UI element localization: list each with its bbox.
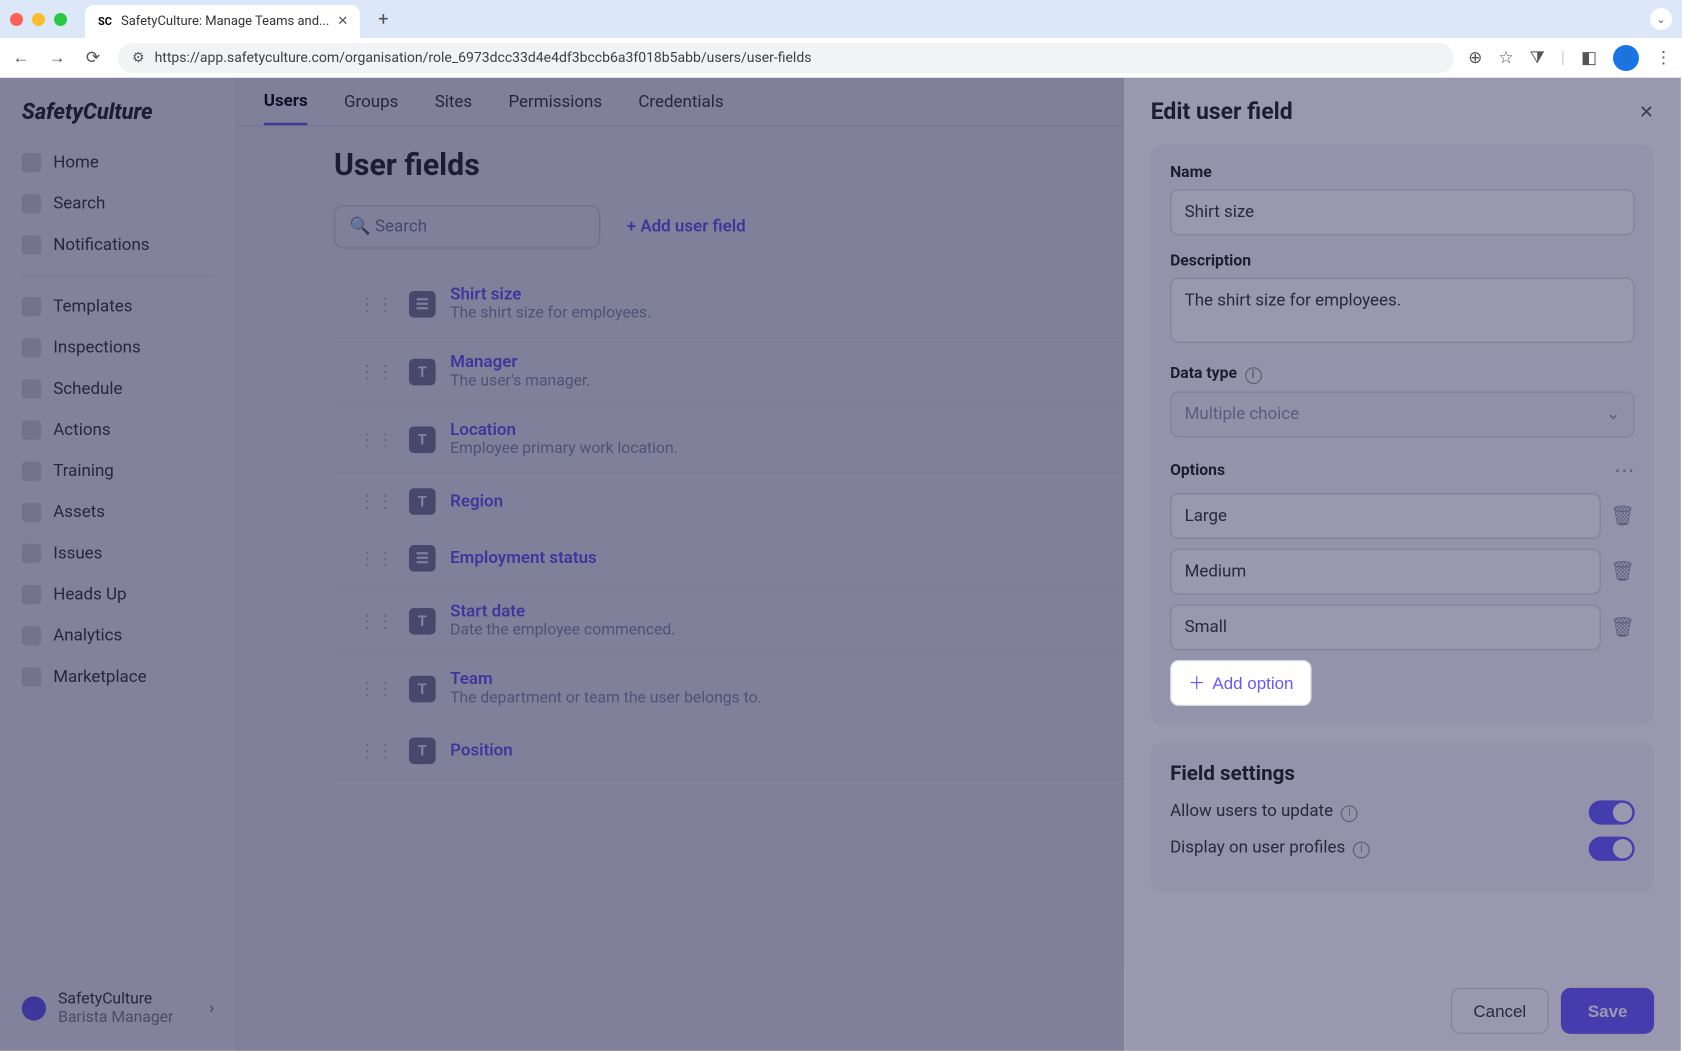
setting-label: Allow users to update — [1170, 802, 1333, 821]
tab-title: SafetyCulture: Manage Teams and... — [121, 14, 329, 29]
zoom-icon[interactable]: ⊕ — [1468, 48, 1482, 68]
bookmark-icon[interactable]: ☆ — [1498, 48, 1513, 68]
option-input[interactable] — [1170, 492, 1600, 538]
window-close-icon[interactable] — [10, 13, 23, 26]
chevron-down-icon: ⌄ — [1606, 404, 1620, 423]
field-settings-card: Field settings Allow users to update i D… — [1151, 742, 1654, 892]
new-tab-button[interactable]: + — [378, 9, 388, 30]
edit-user-field-panel: Edit user field ✕ Name Description The s… — [1124, 78, 1681, 1051]
app-root: SafetyCulture Home Search Notifications … — [0, 78, 1681, 1051]
forward-button[interactable]: → — [46, 48, 68, 68]
option-input[interactable] — [1170, 604, 1600, 650]
divider: | — [1561, 48, 1565, 68]
allow-users-update-toggle[interactable] — [1589, 800, 1635, 824]
options-more-icon[interactable]: ⋯ — [1614, 459, 1635, 483]
tab-overflow-button[interactable]: ⌄ — [1650, 8, 1672, 30]
back-button[interactable]: ← — [10, 48, 32, 68]
description-label: Description — [1170, 252, 1635, 270]
window-maximize-icon[interactable] — [54, 13, 67, 26]
info-icon[interactable]: i — [1353, 841, 1370, 858]
option-row: 🗑 — [1170, 492, 1635, 538]
data-type-select[interactable]: Multiple choice ⌄ — [1170, 391, 1635, 437]
field-settings-title: Field settings — [1170, 761, 1635, 785]
sidepanel-icon[interactable]: ◧ — [1581, 48, 1597, 68]
browser-tab-bar: SC SafetyCulture: Manage Teams and... ✕ … — [0, 0, 1682, 38]
description-input[interactable]: The shirt size for employees. — [1170, 278, 1635, 343]
option-row: 🗑 — [1170, 604, 1635, 650]
extensions-icon[interactable]: ⧩ — [1530, 48, 1545, 68]
tab-close-icon[interactable]: ✕ — [337, 14, 348, 29]
options-label: Options — [1170, 462, 1225, 480]
reload-button[interactable]: ⟳ — [82, 48, 104, 68]
option-row: 🗑 — [1170, 548, 1635, 594]
save-button[interactable]: Save — [1561, 988, 1654, 1034]
window-controls — [10, 13, 67, 26]
setting-allow-users-update: Allow users to update i — [1170, 800, 1635, 824]
info-icon[interactable]: i — [1245, 367, 1262, 384]
menu-icon[interactable]: ⋮ — [1655, 48, 1672, 68]
plus-icon: ＋ — [1188, 670, 1205, 694]
site-info-icon[interactable]: ⚙ — [132, 50, 145, 66]
panel-footer: Cancel Save — [1124, 971, 1681, 1051]
display-on-profiles-toggle[interactable] — [1589, 836, 1635, 860]
data-type-label: Data type i — [1170, 365, 1635, 384]
delete-option-icon[interactable]: 🗑 — [1610, 504, 1635, 527]
setting-label: Display on user profiles — [1170, 838, 1345, 857]
panel-title: Edit user field — [1151, 97, 1293, 125]
data-type-value: Multiple choice — [1185, 404, 1300, 423]
add-option-label: Add option — [1212, 673, 1293, 692]
info-icon[interactable]: i — [1341, 805, 1358, 822]
setting-display-on-profiles: Display on user profiles i — [1170, 836, 1635, 860]
close-panel-button[interactable]: ✕ — [1639, 100, 1654, 122]
browser-tab[interactable]: SC SafetyCulture: Manage Teams and... ✕ — [85, 5, 360, 38]
browser-toolbar: ← → ⟳ ⚙ https://app.safetyculture.com/or… — [0, 38, 1682, 78]
window-minimize-icon[interactable] — [32, 13, 45, 26]
url-text: https://app.safetyculture.com/organisati… — [155, 50, 812, 66]
option-input[interactable] — [1170, 548, 1600, 594]
delete-option-icon[interactable]: 🗑 — [1610, 560, 1635, 583]
name-input[interactable] — [1170, 189, 1635, 235]
add-option-button[interactable]: ＋ Add option — [1170, 659, 1312, 705]
name-label: Name — [1170, 164, 1635, 182]
field-definition-card: Name Description The shirt size for empl… — [1151, 145, 1654, 725]
address-bar[interactable]: ⚙ https://app.safetyculture.com/organisa… — [118, 43, 1454, 73]
cancel-button[interactable]: Cancel — [1450, 988, 1549, 1034]
profile-button[interactable]: 👤 — [1613, 45, 1639, 71]
tab-favicon-icon: SC — [97, 14, 113, 30]
delete-option-icon[interactable]: 🗑 — [1610, 615, 1635, 638]
